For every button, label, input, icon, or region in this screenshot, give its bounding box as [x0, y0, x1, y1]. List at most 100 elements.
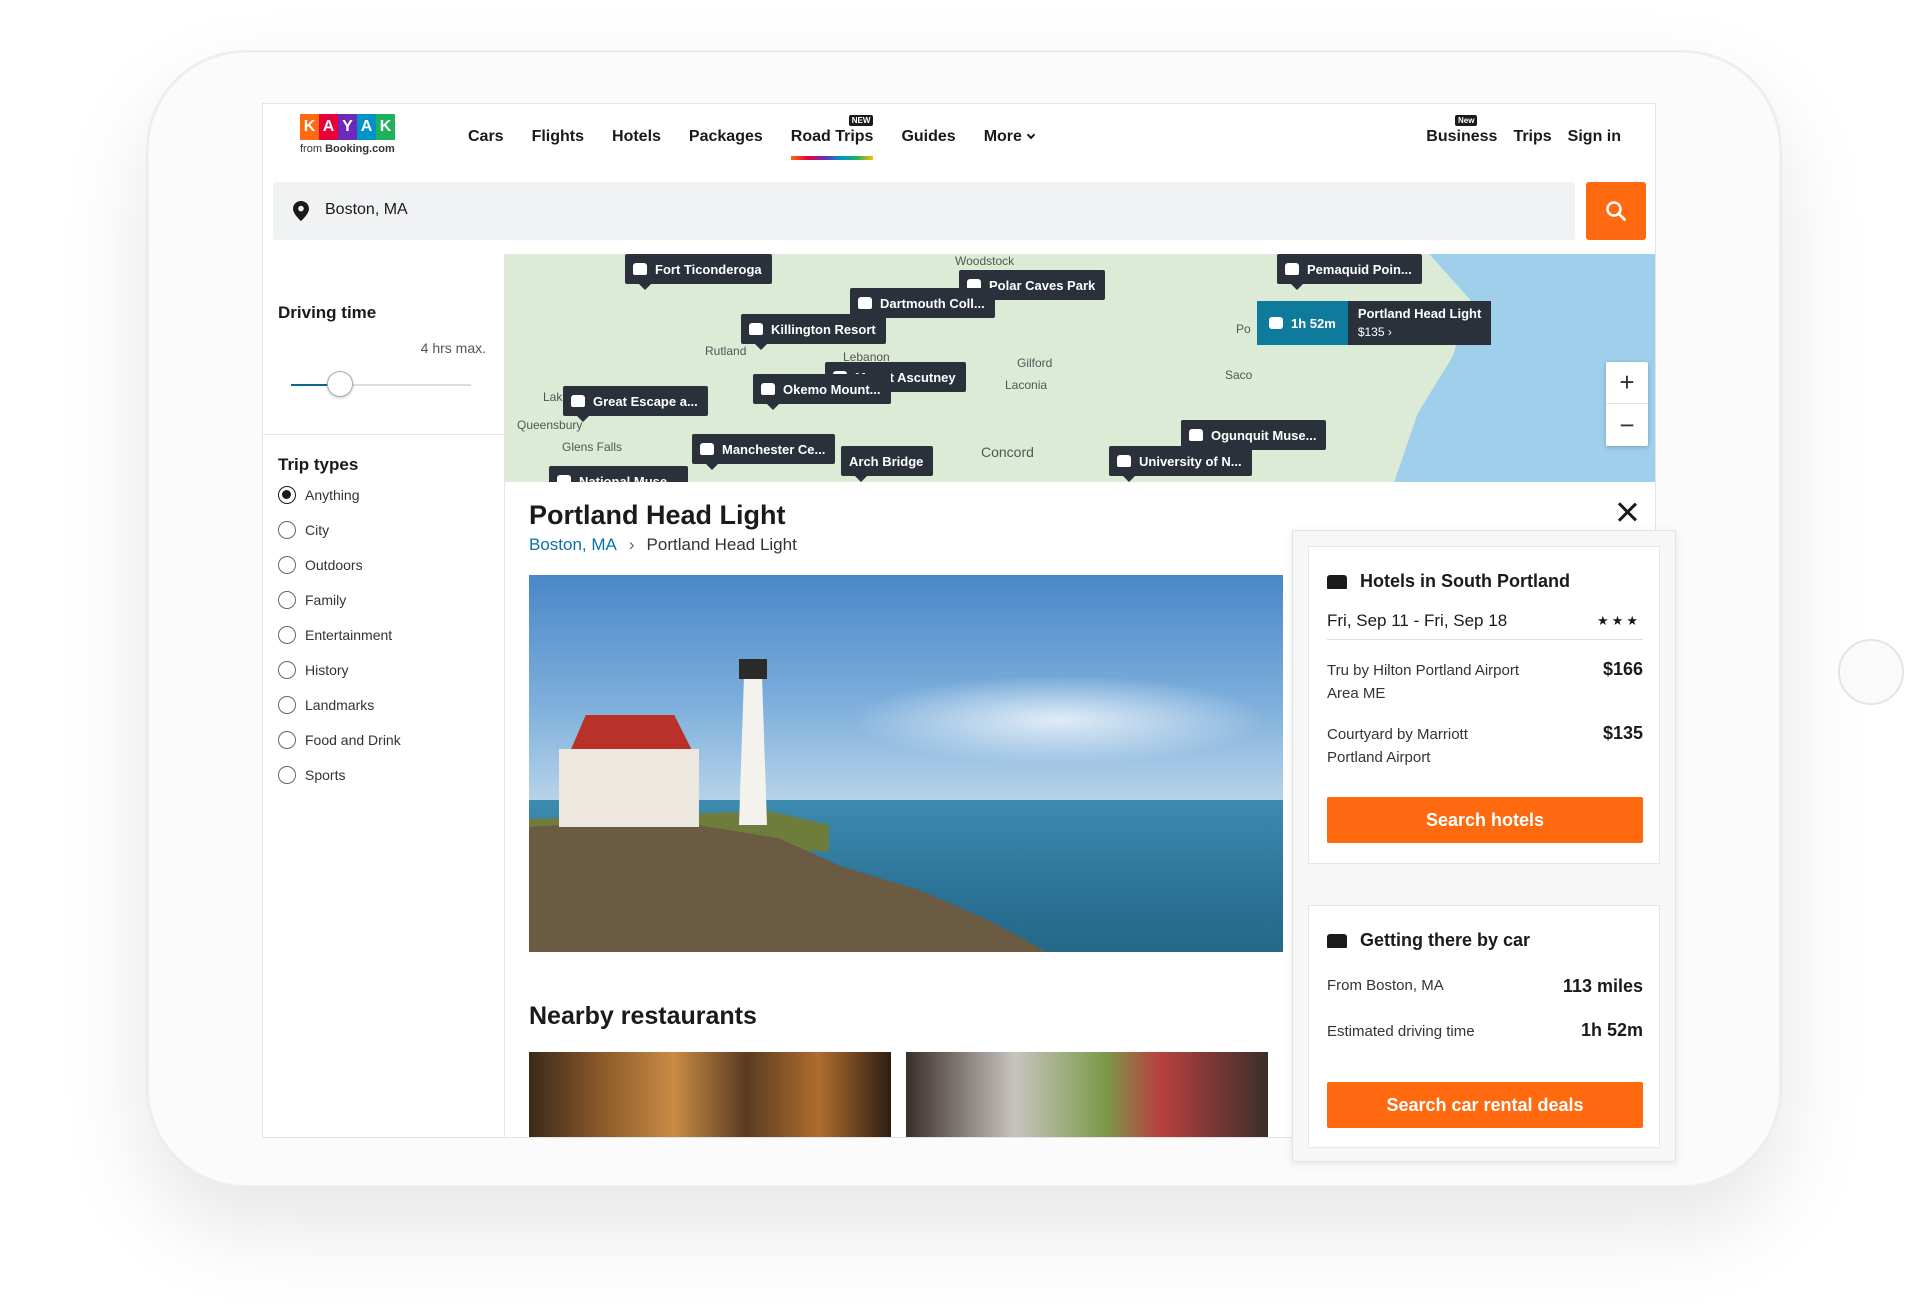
trip-type-anything[interactable]: Anything [278, 486, 359, 504]
driving-time-max: 4 hrs max. [420, 340, 486, 356]
restaurant-photo[interactable] [529, 1052, 891, 1137]
map-pin-pemaquid[interactable]: Pemaquid Poin... [1277, 254, 1422, 290]
map-pin-national-museum[interactable]: National Muse... [549, 466, 688, 482]
search-hotels-button[interactable]: Search hotels [1327, 797, 1643, 843]
search-input[interactable]: Boston, MA [325, 201, 408, 219]
radio-button[interactable] [278, 661, 296, 679]
trip-map[interactable]: Woodstock Rutland Lebanon Gilford Laconi… [505, 254, 1655, 482]
car-card-title: Getting there by car [1327, 930, 1530, 951]
radio-button[interactable] [278, 591, 296, 609]
map-town: Gilford [1017, 356, 1053, 370]
close-icon[interactable] [1616, 501, 1638, 523]
trip-type-family[interactable]: Family [278, 591, 346, 609]
car-card: Getting there by car From Boston, MA 113… [1308, 905, 1660, 1148]
breadcrumb: Boston, MA › Portland Head Light [529, 535, 797, 555]
nav-cars[interactable]: Cars [468, 128, 504, 146]
radio-button[interactable] [278, 556, 296, 574]
trip-type-city[interactable]: City [278, 521, 329, 539]
nav-flights[interactable]: Flights [532, 128, 584, 146]
main-nav: Cars Flights Hotels Packages NEW Road Tr… [468, 115, 1062, 160]
car-icon [858, 297, 872, 309]
radio-button[interactable] [278, 766, 296, 784]
trip-type-sports[interactable]: Sports [278, 766, 345, 784]
map-pin-label: Killington Resort [771, 321, 876, 337]
hotel-row[interactable]: Tru by Hilton Portland Airport Area ME $… [1327, 659, 1643, 705]
nav-label: Cars [468, 128, 504, 145]
new-badge: New [1454, 115, 1478, 126]
trip-types-title: Trip types [278, 455, 359, 474]
filters-sidebar: Driving time 4 hrs max. Trip types Anyth… [263, 254, 505, 1137]
car-icon [1327, 933, 1347, 948]
trip-type-history[interactable]: History [278, 661, 349, 679]
driving-time-title: Driving time [278, 303, 377, 322]
star-rating[interactable]: ★★★ [1597, 613, 1641, 629]
zoom-out-button[interactable]: − [1606, 404, 1648, 446]
driving-time-slider[interactable] [291, 371, 471, 397]
photo-house [559, 749, 699, 827]
restaurant-photo[interactable] [906, 1052, 1268, 1137]
card-title: Getting there by car [1360, 930, 1531, 950]
slider-thumb[interactable] [326, 371, 353, 397]
zoom-in-button[interactable]: + [1606, 362, 1648, 404]
map-pin-university[interactable]: University of N... [1109, 446, 1252, 482]
map-pin-okemo[interactable]: Okemo Mount... [753, 374, 891, 410]
map-pin-fort-ticonderoga[interactable]: Fort Ticonderoga [625, 254, 772, 290]
radio-label: History [305, 662, 349, 678]
search-button[interactable] [1586, 182, 1646, 240]
nav-road-trips[interactable]: NEW Road Trips [790, 115, 874, 160]
hotel-row[interactable]: Courtyard by Marriott Portland Airport $… [1327, 723, 1643, 769]
nav-more[interactable]: More [984, 128, 1036, 146]
new-badge: NEW [848, 115, 874, 126]
map-pin-label: Fort Ticonderoga [655, 261, 762, 277]
nav-guides[interactable]: Guides [901, 128, 955, 146]
trip-type-outdoors[interactable]: Outdoors [278, 556, 363, 574]
map-pin-label: Okemo Mount... [783, 381, 881, 397]
map-town: Queensbury [517, 418, 583, 432]
nav-packages[interactable]: Packages [689, 128, 763, 146]
radio-button[interactable] [278, 521, 296, 539]
map-town: Rutland [705, 344, 747, 358]
radio-button[interactable] [278, 626, 296, 644]
map-pin-label: Arch Bridge [849, 453, 924, 469]
radio-button[interactable] [278, 486, 296, 504]
trip-type-food-and-drink[interactable]: Food and Drink [278, 731, 401, 749]
radio-button[interactable] [278, 696, 296, 714]
lighthouse-tower [739, 675, 767, 825]
page-title: Portland Head Light [529, 500, 786, 530]
logo-sub-brand: Booking.com [325, 143, 395, 155]
breadcrumb-link[interactable]: Boston, MA [529, 535, 617, 555]
location-search-field[interactable]: Boston, MA [273, 182, 1575, 240]
car-icon [749, 323, 763, 335]
logo-letter: K [376, 114, 395, 140]
map-town: Lak [543, 390, 563, 404]
radio-button[interactable] [278, 731, 296, 749]
trip-type-entertainment[interactable]: Entertainment [278, 626, 392, 644]
kayak-logo[interactable]: K A Y A K from Booking.com [300, 114, 395, 155]
map-pin-great-escape[interactable]: Great Escape a... [563, 386, 708, 422]
nav-sign-in[interactable]: Sign in [1568, 128, 1621, 146]
map-town: Woodstock [955, 254, 1015, 268]
search-car-rental-button[interactable]: Search car rental deals [1327, 1082, 1643, 1128]
map-pin-arch-bridge[interactable]: Arch Bridge [841, 446, 934, 482]
map-town: Glens Falls [562, 440, 623, 454]
map-pin-label: Dartmouth Coll... [880, 295, 985, 311]
hotel-price: $166 [1602, 659, 1643, 679]
map-pin-label: Manchester Ce... [722, 441, 826, 457]
home-button[interactable] [1838, 639, 1904, 705]
map-pin-manchester[interactable]: Manchester Ce... [692, 434, 836, 470]
map-town: Concord [981, 444, 1034, 460]
pin-name: Portland Head Light [1357, 306, 1482, 321]
zoom-controls: + − [1606, 362, 1648, 446]
map-pin-killington[interactable]: Killington Resort [741, 314, 886, 350]
nav-hotels[interactable]: Hotels [612, 128, 661, 146]
radio-label: Outdoors [305, 557, 363, 573]
car-icon [700, 443, 714, 455]
map-pin-portland-head-light[interactable]: 1h 52m Portland Head Light $135 › [1257, 301, 1492, 345]
nav-business[interactable]: New Business [1426, 115, 1498, 146]
trip-type-landmarks[interactable]: Landmarks [278, 696, 374, 714]
hotel-dates[interactable]: Fri, Sep 11 - Fri, Sep 18 [1327, 611, 1507, 631]
nav-label: Business [1426, 128, 1498, 145]
map-town: Po [1236, 322, 1251, 336]
divider [263, 434, 504, 435]
nav-trips[interactable]: Trips [1513, 128, 1551, 146]
